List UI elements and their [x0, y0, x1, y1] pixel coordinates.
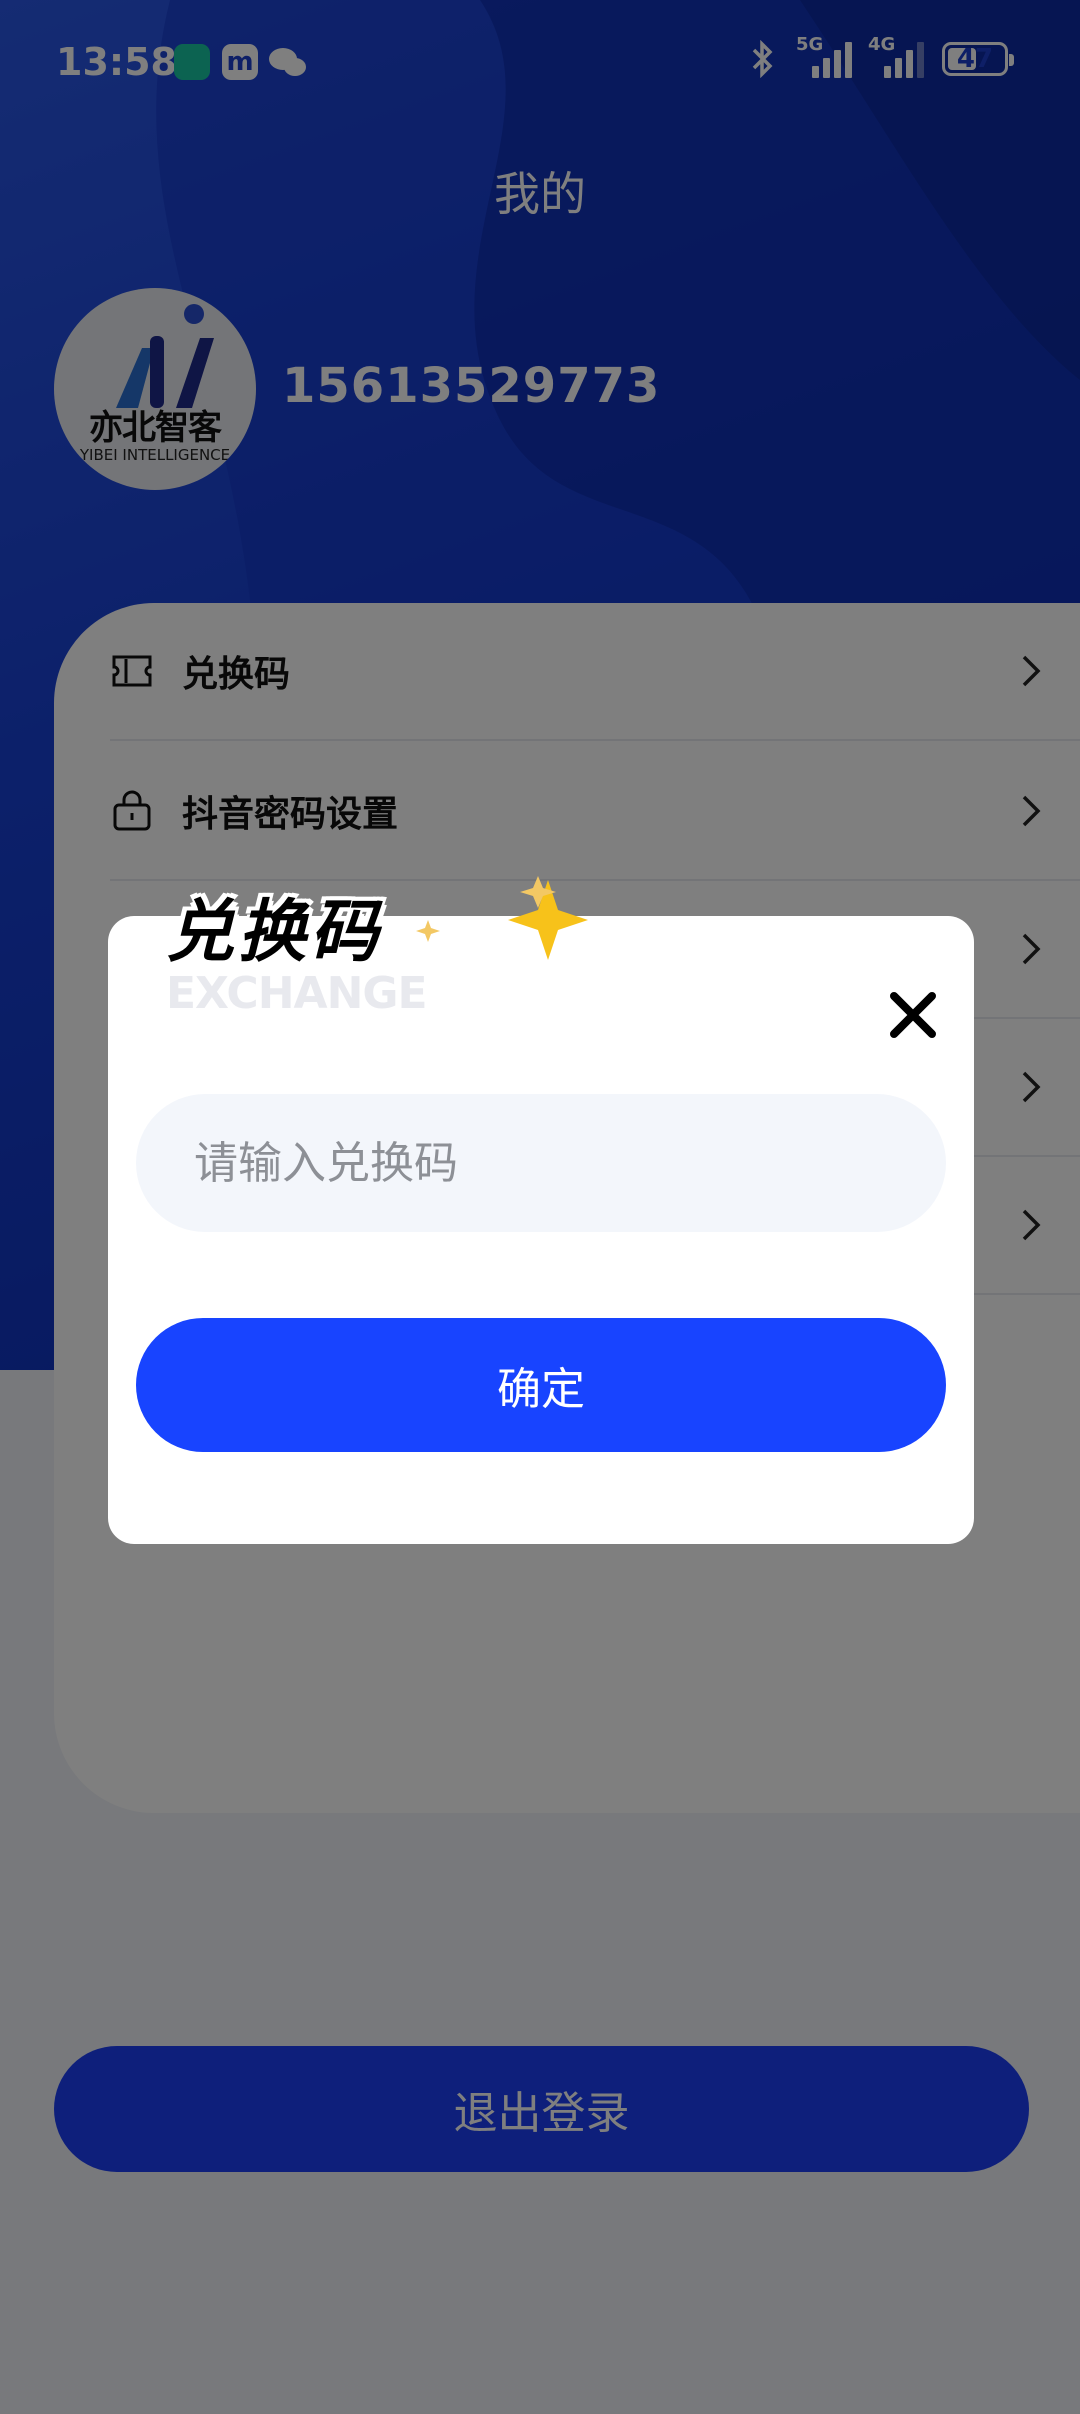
dialog-subtitle: EXCHANGE [166, 968, 428, 1019]
close-icon[interactable] [886, 988, 940, 1042]
redeem-code-input[interactable] [136, 1094, 946, 1232]
dialog-title: 兑换码 [166, 893, 383, 972]
confirm-button[interactable]: 确定 [136, 1318, 946, 1452]
sparkle-icon [416, 876, 588, 960]
redeem-code-dialog: EXCHANGE 兑换码 确定 [108, 876, 974, 1544]
